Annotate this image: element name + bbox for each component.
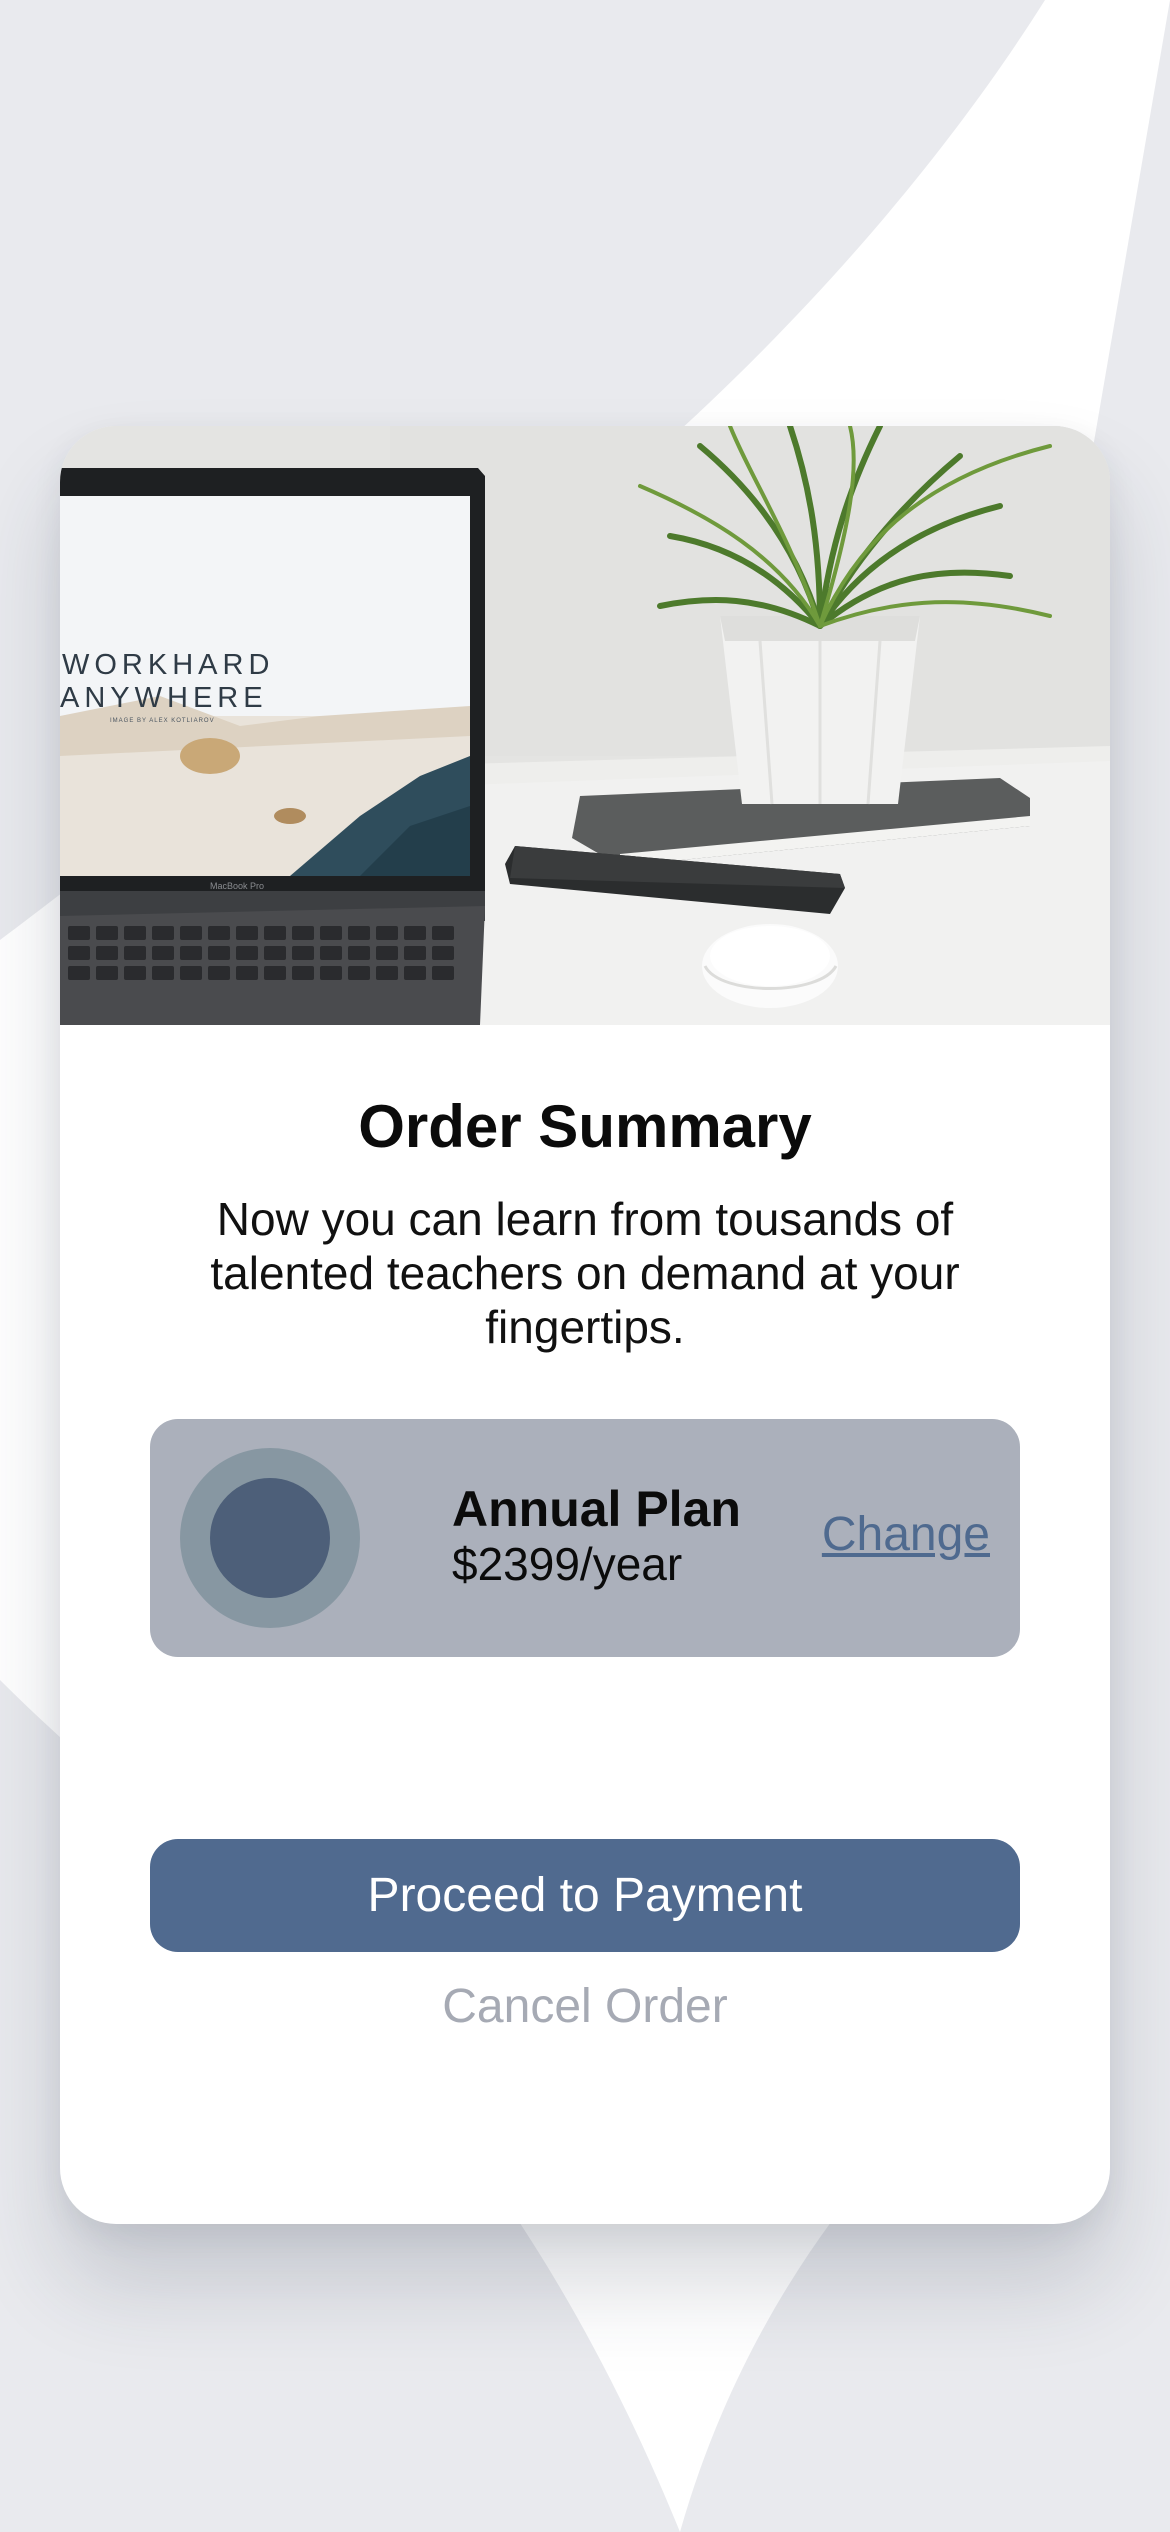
order-description: Now you can learn from tousands of talen…	[210, 1193, 960, 1353]
change-plan-link[interactable]: Change	[822, 1507, 990, 1563]
plan-icon-inner-circle	[210, 1478, 330, 1598]
proceed-to-payment-button[interactable]: Proceed to Payment	[150, 1839, 1020, 1952]
hero-laptop-label: MacBook Pro	[210, 881, 264, 891]
plan-icon	[180, 1448, 360, 1628]
plan-name: Annual Plan	[452, 1481, 741, 1537]
hero-screen-small-text: IMAGE BY ALEX KOTLIAROV	[110, 718, 215, 724]
hero-image: WORKHARD ANYWHERE IMAGE BY ALEX KOTLIARO…	[60, 426, 1110, 1025]
plan-card: Annual Plan $2399/year Change	[150, 1419, 1020, 1657]
hero-screen-text-2: ANYWHERE	[60, 682, 268, 714]
hero-screen-text-1: WORKHARD	[62, 649, 274, 681]
plan-price: $2399/year	[452, 1538, 683, 1590]
order-summary-card: WORKHARD ANYWHERE IMAGE BY ALEX KOTLIARO…	[60, 426, 1110, 2224]
cancel-order-button[interactable]: Cancel Order	[60, 1979, 1110, 2035]
page-title: Order Summary	[358, 1093, 812, 1160]
